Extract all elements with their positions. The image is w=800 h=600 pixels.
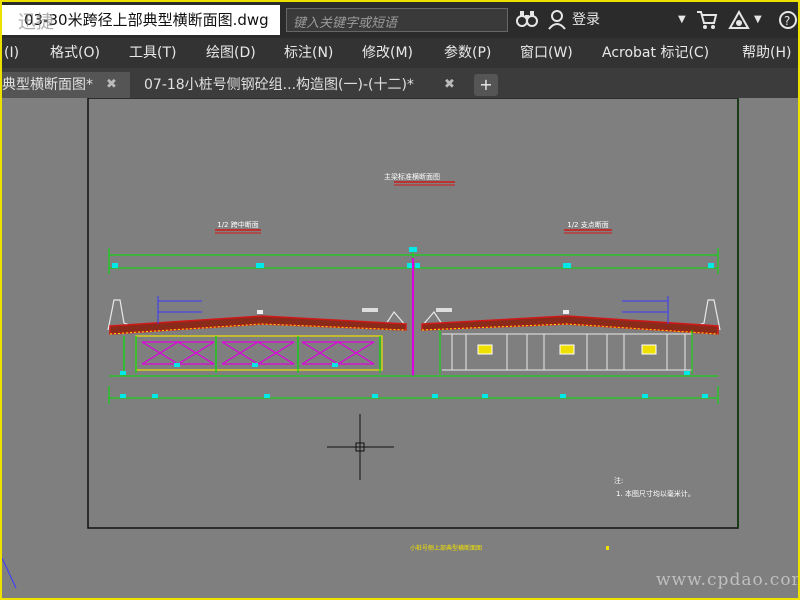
cad-drawing: 主梁标准横断面图 1/2 跨中断面 1/2 支点断面 注: 1. 本图尺寸均以毫… xyxy=(2,98,739,589)
bottom-dimensions xyxy=(108,375,719,404)
cart-icon[interactable] xyxy=(696,10,718,30)
search-placeholder: 键入关键字或短语 xyxy=(293,16,398,31)
new-tab-button[interactable]: + xyxy=(474,74,498,96)
exchange-dropdown-icon[interactable]: ▼ xyxy=(754,10,762,30)
menu-format[interactable]: 格式(O) xyxy=(50,38,100,68)
tab-label: 07-18小桩号侧钢砼组...构造图(一)-(十二)* xyxy=(144,77,414,93)
watermark-logo: 迅捷 xyxy=(18,12,54,33)
tab-label: 典型横断面图* xyxy=(2,77,93,93)
application-window: 03-30米跨径上部典型横断面图.dwg 键入关键字或短语 登录 ▼ ▼ ? (… xyxy=(0,0,800,600)
title-bar: 03-30米跨径上部典型横断面图.dwg 键入关键字或短语 登录 ▼ ▼ ? xyxy=(2,2,798,38)
menu-insert[interactable]: (I) xyxy=(4,38,19,68)
menu-modify[interactable]: 修改(M) xyxy=(362,38,413,68)
svg-text:?: ? xyxy=(784,14,790,28)
left-steel-truss xyxy=(123,335,383,376)
menu-dimension[interactable]: 标注(N) xyxy=(284,38,333,68)
tab-steel-concrete[interactable]: 07-18小桩号侧钢砼组...构造图(一)-(十二)* ✖ xyxy=(136,72,466,98)
menu-window[interactable]: 窗口(W) xyxy=(520,38,573,68)
help-icon[interactable]: ? xyxy=(778,10,798,30)
autodesk-exchange-icon[interactable] xyxy=(728,9,750,30)
menu-tools[interactable]: 工具(T) xyxy=(129,38,176,68)
left-section-label: 1/2 跨中断面 xyxy=(217,220,259,229)
note-heading: 注: xyxy=(614,476,623,485)
document-tabs: 典型横断面图* ✖ 07-18小桩号侧钢砼组...构造图(一)-(十二)* ✖ … xyxy=(2,68,798,98)
close-icon[interactable]: ✖ xyxy=(106,72,117,98)
login-link[interactable]: 登录 xyxy=(572,10,600,30)
user-icon[interactable] xyxy=(548,10,566,30)
menu-draw[interactable]: 绘图(D) xyxy=(206,38,256,68)
main-title: 主梁标准横断面图 xyxy=(384,172,440,181)
close-icon[interactable]: ✖ xyxy=(444,72,455,98)
menu-parametric[interactable]: 参数(P) xyxy=(444,38,491,68)
menu-help[interactable]: 帮助(H) xyxy=(742,38,791,68)
crosshair-cursor xyxy=(327,414,394,480)
menu-acrobat[interactable]: Acrobat 标记(C) xyxy=(602,38,709,68)
watermark-text: www.cpdao.com xyxy=(656,570,798,590)
right-section-label: 1/2 支点断面 xyxy=(567,220,609,229)
binoculars-icon[interactable] xyxy=(516,10,538,30)
right-deck-pavement xyxy=(421,315,719,335)
right-box-girders xyxy=(439,330,693,374)
search-input[interactable]: 键入关键字或短语 xyxy=(286,8,508,32)
login-dropdown-icon[interactable]: ▼ xyxy=(678,10,686,30)
drawing-canvas[interactable]: 主梁标准横断面图 1/2 跨中断面 1/2 支点断面 注: 1. 本图尺寸均以毫… xyxy=(2,98,798,598)
bottom-caption: 小桩号侧上部典型横断面图 xyxy=(410,544,482,552)
tab-typical-section[interactable]: 典型横断面图* ✖ xyxy=(2,72,130,98)
note-text: 1. 本图尺寸均以毫米计。 xyxy=(616,489,695,498)
menu-bar: (I) 格式(O) 工具(T) 绘图(D) 标注(N) 修改(M) 参数(P) … xyxy=(2,38,798,68)
